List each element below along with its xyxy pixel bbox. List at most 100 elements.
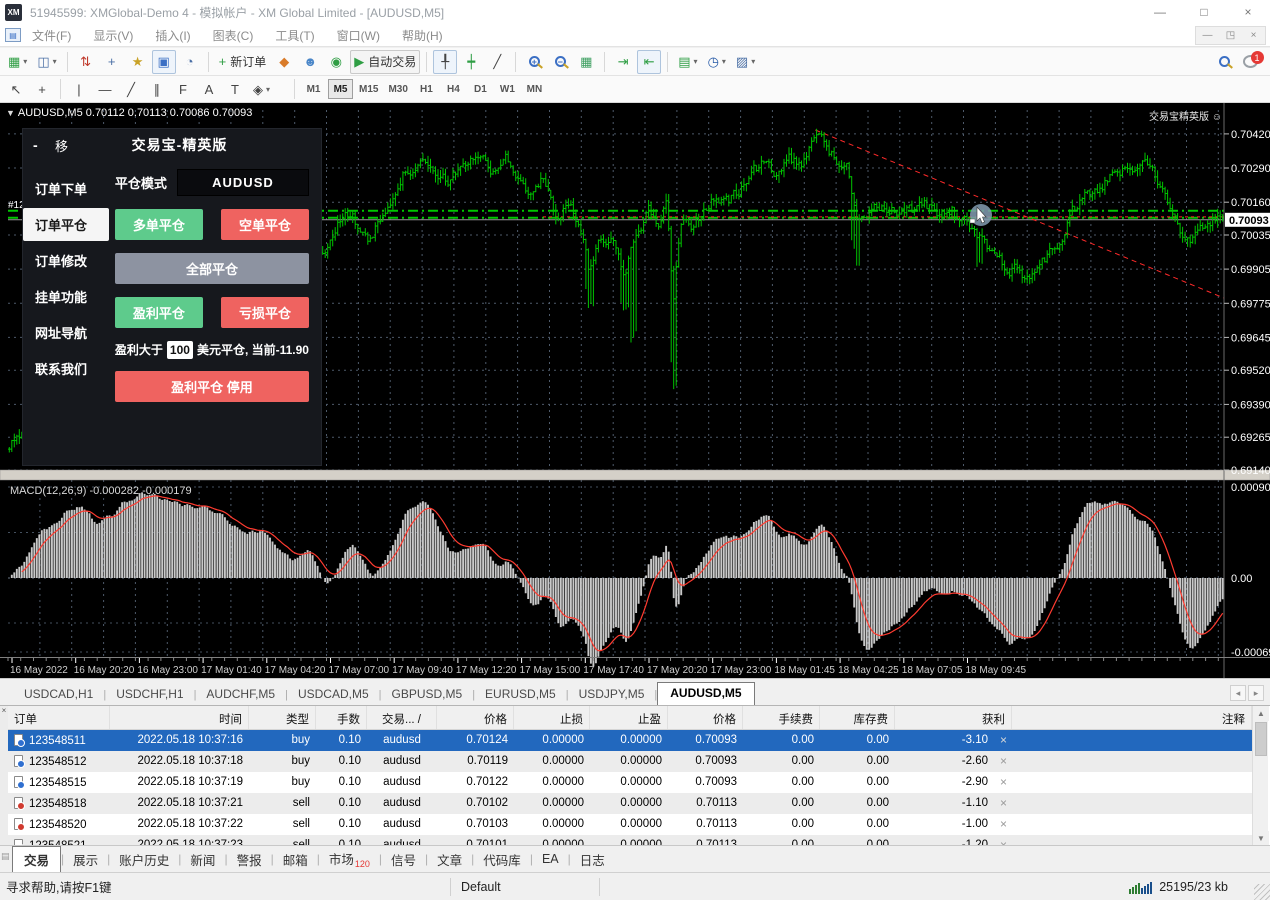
label-tool[interactable]: T [223,77,247,101]
close-long-button[interactable]: 多单平仓 [115,209,203,240]
vertical-line-tool[interactable]: | [67,77,91,101]
bottom-tab-5[interactable]: 邮箱 [274,847,317,872]
menu-item-0[interactable]: 文件(F) [21,24,82,47]
chart-tab-usdjpy-m5[interactable]: USDJPY,M5 [569,684,655,705]
chart-tab-usdcad-m5[interactable]: USDCAD,M5 [288,684,379,705]
bottom-tab-7[interactable]: 信号 [382,847,425,872]
column-header-7[interactable]: 止盈 [590,706,668,729]
chart-symbol-info[interactable]: ▼AUDUSD,M5 0.70112 0.70113 0.70086 0.700… [6,107,252,119]
tab-scroll-right-icon[interactable]: ▸ [1248,685,1264,701]
bottom-tab-11[interactable]: 日志 [571,847,614,872]
timeframe-h4[interactable]: H4 [441,79,466,99]
text-tool[interactable]: A [197,77,221,101]
shapes-tool[interactable]: ◈▾ [249,77,274,101]
community-button[interactable]: ☻ [298,50,322,74]
menu-item-1[interactable]: 显示(V) [82,24,144,47]
chart-shift-button[interactable]: ⇤ [637,50,661,74]
menu-item-3[interactable]: 图表(C) [202,24,265,47]
templates-button[interactable]: ▨▾ [732,50,759,74]
timeframe-m15[interactable]: M15 [355,79,382,99]
pane-splitter[interactable] [0,470,1270,480]
timeframe-d1[interactable]: D1 [468,79,493,99]
column-header-11[interactable]: 获利 [895,706,1012,729]
terminal-scrollbar[interactable]: ▲ ▼ [1252,706,1268,845]
table-row[interactable]: 1235485112022.05.18 10:37:16buy0.10audus… [8,730,1252,751]
auto-scroll-button[interactable]: ⇥ [611,50,635,74]
close-order-icon[interactable]: × [1000,775,1007,789]
panel-menu-item-1[interactable]: 订单平仓 [23,208,109,241]
chart-tab-audusd-m5[interactable]: AUDUSD,M5 [657,682,754,705]
profit-threshold-input[interactable]: 100 [167,341,193,359]
bottom-tab-1[interactable]: 展示 [64,847,107,872]
scrollbar-thumb[interactable] [1255,722,1267,756]
mdi-minimize-button[interactable]: — [1196,27,1219,44]
close-all-button[interactable]: 全部平仓 [115,253,309,284]
column-header-2[interactable]: 类型 [249,706,316,729]
column-header-12[interactable]: 注释 [1012,706,1252,729]
column-header-6[interactable]: 止损 [514,706,590,729]
close-order-icon[interactable]: × [1000,838,1007,845]
bottom-tab-0[interactable]: 交易 [12,846,61,873]
panel-move-handle[interactable]: 移 [55,136,68,155]
status-profile[interactable]: Default [451,880,599,894]
bottom-tab-9[interactable]: 代码库 [474,847,530,872]
panel-menu-item-3[interactable]: 挂单功能 [23,280,107,313]
resize-grip[interactable] [1254,884,1270,900]
column-header-1[interactable]: 时间 [110,706,249,729]
menu-item-5[interactable]: 窗口(W) [326,24,391,47]
panel-menu-item-2[interactable]: 订单修改 [23,244,107,277]
periods-button[interactable]: ◷▾ [704,50,730,74]
bottom-tab-2[interactable]: 账户历史 [110,847,178,872]
close-order-icon[interactable]: × [1000,796,1007,810]
table-row[interactable]: 1235485152022.05.18 10:37:19buy0.10audus… [8,772,1252,793]
close-order-icon[interactable]: × [1000,733,1007,747]
terminal-close-strip[interactable]: × [0,706,8,845]
timeframe-m5[interactable]: M5 [328,79,353,99]
minimize-button[interactable]: — [1138,0,1182,24]
close-short-button[interactable]: 空单平仓 [221,209,309,240]
mdi-close-button[interactable]: × [1242,27,1265,44]
chart-tab-usdcad-h1[interactable]: USDCAD,H1 [14,684,103,705]
add-indicator-button[interactable]: ▤▾ [674,50,701,74]
close-loss-button[interactable]: 亏损平仓 [221,297,309,328]
bottom-tab-8[interactable]: 文章 [428,847,471,872]
autotrade-button[interactable]: ▶自动交易 [350,50,420,74]
chart-tab-audchf-m5[interactable]: AUDCHF,M5 [196,684,285,705]
terminal-button[interactable]: ▣ [152,50,176,74]
scroll-down-icon[interactable]: ▼ [1253,831,1269,845]
chart-tab-eurusd-m5[interactable]: EURUSD,M5 [475,684,566,705]
timeframe-h1[interactable]: H1 [414,79,439,99]
close-profit-button[interactable]: 盈利平仓 [115,297,203,328]
profiles-button[interactable]: ◫▾ [33,50,60,74]
column-header-8[interactable]: 价格 [668,706,743,729]
panel-menu-item-4[interactable]: 网址导航 [23,316,107,349]
timeframe-mn[interactable]: MN [522,79,547,99]
column-header-5[interactable]: 价格 [437,706,514,729]
panel-collapse-button[interactable]: - [33,137,47,153]
bottom-tab-10[interactable]: EA [533,849,568,869]
data-window-button[interactable]: + [100,50,124,74]
column-header-4[interactable]: 交易... / [367,706,437,729]
cursor-tool[interactable]: ↖ [4,77,28,101]
metaeditor-button[interactable]: ◆ [272,50,296,74]
menu-item-6[interactable]: 帮助(H) [391,24,454,47]
bottom-tab-3[interactable]: 新闻 [181,847,224,872]
channel-tool[interactable]: ∥ [145,77,169,101]
close-mode-value[interactable]: AUDUSD [177,169,309,196]
timeframe-m30[interactable]: M30 [384,79,411,99]
table-row[interactable]: 1235485212022.05.18 10:37:23sell0.10audu… [8,835,1252,845]
mdi-restore-button[interactable]: ◳ [1219,27,1242,44]
timeframe-w1[interactable]: W1 [495,79,520,99]
bottom-tab-6[interactable]: 市场120 [320,846,379,872]
menu-item-4[interactable]: 工具(T) [264,24,325,47]
zoom-in-button[interactable]: + [522,50,546,74]
zoom-out-button[interactable]: − [548,50,572,74]
menu-item-2[interactable]: 插入(I) [144,24,201,47]
close-button[interactable]: × [1226,0,1270,24]
table-row[interactable]: 1235485202022.05.18 10:37:22sell0.10audu… [8,814,1252,835]
column-header-0[interactable]: 订单 [8,706,110,729]
close-order-icon[interactable]: × [1000,754,1007,768]
column-header-9[interactable]: 手续费 [743,706,820,729]
new-chart-button[interactable]: ▦▾ [4,50,31,74]
profit-close-toggle-button[interactable]: 盈利平仓 停用 [115,371,309,402]
